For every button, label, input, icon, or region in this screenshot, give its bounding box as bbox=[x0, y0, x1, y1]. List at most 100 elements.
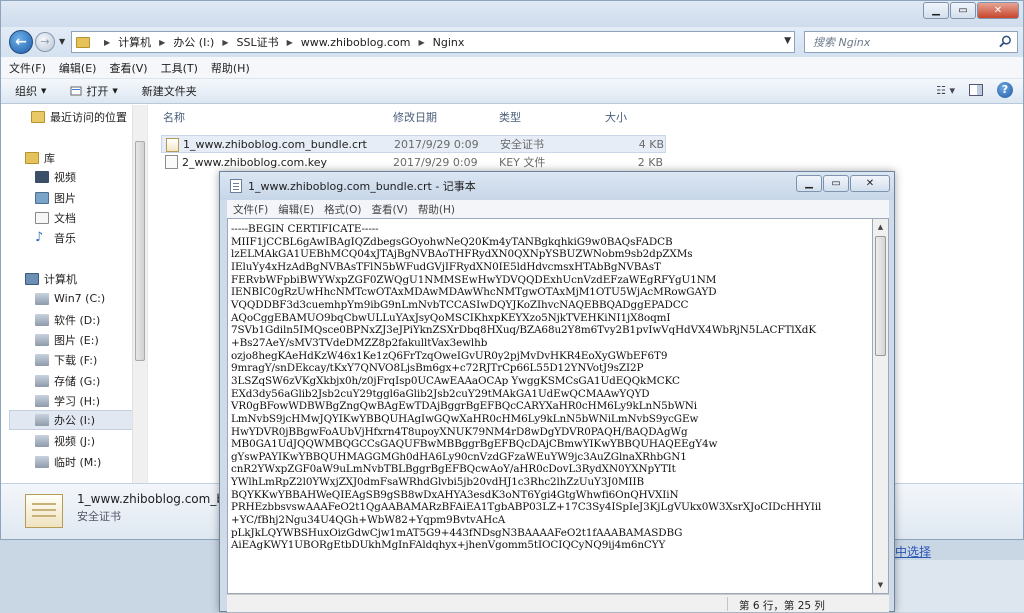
folder-icon bbox=[76, 36, 90, 48]
menu-file[interactable]: 文件(F) bbox=[9, 60, 46, 76]
sidebar-drive-m[interactable]: 临时 (M:) bbox=[35, 454, 101, 470]
text-line: BQYKKwYBBAHWeQIEAgSB9gSB8wDxAHYA3esdK3oN… bbox=[231, 488, 679, 501]
close-button[interactable]: ✕ bbox=[977, 2, 1019, 19]
notepad-menu-format[interactable]: 格式(O) bbox=[324, 202, 361, 217]
maximize-button[interactable]: ▭ bbox=[950, 2, 976, 19]
notepad-menubar: 文件(F) 编辑(E) 格式(O) 查看(V) 帮助(H) bbox=[227, 200, 889, 218]
notepad-window: 1_www.zhiboblog.com_bundle.crt - 记事本 ▁ ▭… bbox=[219, 171, 895, 612]
sidebar-item-documents[interactable]: 文档 bbox=[35, 210, 76, 226]
scrollbar-thumb[interactable] bbox=[875, 236, 886, 356]
file-name: 1_www.zhiboblog.com_bundle.crt bbox=[183, 137, 367, 151]
drive-icon bbox=[35, 435, 49, 447]
sidebar-item-music[interactable]: ♪ 音乐 bbox=[35, 230, 76, 246]
menu-view[interactable]: 查看(V) bbox=[109, 60, 147, 76]
status-divider bbox=[727, 597, 728, 611]
cursor-position: 第 6 行，第 25 列 bbox=[739, 600, 825, 612]
forward-button[interactable]: → bbox=[35, 32, 55, 52]
column-name[interactable]: 名称 bbox=[163, 109, 185, 125]
menu-edit[interactable]: 编辑(E) bbox=[59, 60, 97, 76]
sidebar-item-library[interactable]: 库 bbox=[25, 150, 55, 166]
organize-button[interactable]: 组织 ▼ bbox=[15, 83, 46, 99]
text-line: LmNvbS9jcHMwJQYIKwYBBQUHAgIwGQwXaHR0cHM6… bbox=[231, 412, 699, 425]
certificate-file-icon bbox=[166, 138, 179, 152]
sidebar-drive-e[interactable]: 图片 (E:) bbox=[35, 332, 99, 348]
chevron-right-icon[interactable]: ▶ bbox=[287, 38, 293, 47]
sidebar-drive-j[interactable]: 视频 (J:) bbox=[35, 433, 95, 449]
scrollbar-thumb[interactable] bbox=[135, 141, 145, 361]
caret-down-icon: ▼ bbox=[41, 87, 47, 95]
sidebar-item-recent[interactable]: 最近访问的位置 bbox=[31, 109, 127, 125]
breadcrumb-ssl[interactable]: SSL证书 bbox=[237, 34, 279, 50]
address-bar[interactable]: ▶ 计算机 ▶ 办公 (I:) ▶ SSL证书 ▶ www.zhiboblog.com … bbox=[71, 31, 795, 53]
notepad-titlebar[interactable]: 1_www.zhiboblog.com_bundle.crt - 记事本 ▁ ▭… bbox=[220, 172, 894, 200]
notepad-text-area[interactable]: -----BEGIN CERTIFICATE----- MIIF1jCCBL6gA… bbox=[227, 218, 873, 594]
text-line: AiEAgKWY1UBORgEtbDUkhMgInFAldqhyx+jhenVg… bbox=[231, 539, 666, 552]
new-folder-button[interactable]: 新建文件夹 bbox=[142, 83, 197, 99]
sidebar-item-videos[interactable]: 视频 bbox=[35, 169, 76, 185]
notepad-close-button[interactable]: ✕ bbox=[850, 175, 890, 192]
breadcrumb-domain[interactable]: www.zhiboblog.com bbox=[301, 36, 411, 49]
open-button[interactable]: 打开 ▼ bbox=[70, 83, 118, 99]
text-line: AQoCggEBAMUO9bqCbwULLuYAxJsyQoMSCIKhxpKE… bbox=[231, 311, 671, 324]
sidebar-drive-f[interactable]: 下载 (F:) bbox=[35, 352, 97, 368]
breadcrumb-drive[interactable]: 办公 (I:) bbox=[173, 34, 214, 50]
details-file-type: 安全证书 bbox=[77, 510, 121, 523]
sidebar-drive-d[interactable]: 软件 (D:) bbox=[35, 312, 100, 328]
file-type: 安全证书 bbox=[500, 138, 544, 151]
file-type: KEY 文件 bbox=[499, 156, 546, 169]
text-line: lzELMAkGA1UEBhMCQ04xJTAjBgNVBAoTHFRydXN0… bbox=[231, 248, 693, 261]
explorer-menubar: 文件(F) 编辑(E) 查看(V) 工具(T) 帮助(H) bbox=[1, 57, 1023, 79]
sidebar-item-computer[interactable]: 计算机 bbox=[25, 271, 77, 287]
chevron-right-icon[interactable]: ▶ bbox=[104, 38, 110, 47]
notepad-menu-view[interactable]: 查看(V) bbox=[372, 202, 408, 217]
chevron-right-icon[interactable]: ▶ bbox=[418, 38, 424, 47]
explorer-titlebar[interactable]: ▁ ▭ ✕ bbox=[1, 1, 1023, 27]
back-button[interactable]: ← bbox=[9, 30, 33, 54]
sidebar-drive-g[interactable]: 存储 (G:) bbox=[35, 373, 100, 389]
minimize-button[interactable]: ▁ bbox=[923, 2, 949, 19]
computer-icon bbox=[25, 273, 39, 285]
file-row[interactable]: 1_www.zhiboblog.com_bundle.crt 2017/9/29… bbox=[161, 135, 666, 153]
notepad-menu-edit[interactable]: 编辑(E) bbox=[278, 202, 314, 217]
sidebar-drive-i[interactable]: 办公 (I:) bbox=[9, 410, 139, 430]
notepad-vertical-scrollbar[interactable]: ▲ ▼ bbox=[873, 218, 889, 594]
column-date[interactable]: 修改日期 bbox=[393, 109, 437, 125]
help-icon[interactable]: ? bbox=[997, 82, 1013, 98]
breadcrumb-computer[interactable]: 计算机 bbox=[118, 34, 151, 50]
sidebar-item-pictures[interactable]: 图片 bbox=[35, 190, 76, 206]
notepad-statusbar: 第 6 行，第 25 列 bbox=[227, 594, 889, 612]
address-dropdown-icon[interactable]: ▼ bbox=[784, 36, 791, 46]
music-icon: ♪ bbox=[35, 230, 44, 245]
preview-pane-icon[interactable] bbox=[969, 84, 983, 96]
chevron-right-icon[interactable]: ▶ bbox=[159, 38, 165, 47]
text-line: ozjo8hegKAeHdKzW46x1Ke1zQ6FrTzqOweIGvUR0… bbox=[231, 349, 668, 362]
drive-icon bbox=[35, 395, 49, 407]
navigation-bar: ← → ▼ ▶ 计算机 ▶ 办公 (I:) ▶ SSL证书 ▶ www.zhiboblo… bbox=[1, 27, 1023, 57]
scroll-up-icon[interactable]: ▲ bbox=[873, 219, 888, 235]
menu-help[interactable]: 帮助(H) bbox=[211, 60, 250, 76]
view-options-icon[interactable]: ☷ ▾ bbox=[936, 84, 955, 97]
background-window bbox=[895, 560, 1024, 612]
chevron-right-icon[interactable]: ▶ bbox=[222, 38, 228, 47]
recent-pages-dropdown[interactable]: ▼ bbox=[59, 37, 65, 46]
notepad-maximize-button[interactable]: ▭ bbox=[823, 175, 849, 192]
menu-tools[interactable]: 工具(T) bbox=[161, 60, 198, 76]
search-icon[interactable] bbox=[999, 35, 1012, 48]
breadcrumb-nginx[interactable]: Nginx bbox=[433, 36, 465, 49]
background-link[interactable]: 中选择 bbox=[895, 543, 931, 560]
column-type[interactable]: 类型 bbox=[499, 109, 521, 125]
search-input[interactable]: 搜索 Nginx bbox=[804, 31, 1018, 53]
sidebar-scrollbar[interactable] bbox=[132, 105, 147, 483]
video-icon bbox=[35, 171, 49, 183]
file-row[interactable]: 2_www.zhiboblog.com.key 2017/9/29 0:09 K… bbox=[161, 153, 666, 171]
scroll-down-icon[interactable]: ▼ bbox=[873, 577, 888, 593]
sidebar-drive-h[interactable]: 学习 (H:) bbox=[35, 393, 100, 409]
sidebar-drive-c[interactable]: Win7 (C:) bbox=[35, 292, 105, 305]
text-line: FERvbWFpbiBWYWxpZGF0ZWQgU1NMMSEwHwYDVQQD… bbox=[231, 273, 717, 286]
file-size: 2 KB bbox=[637, 155, 663, 169]
notepad-menu-file[interactable]: 文件(F) bbox=[233, 202, 268, 217]
column-size[interactable]: 大小 bbox=[605, 109, 627, 125]
certificate-preview-icon bbox=[25, 494, 63, 528]
notepad-minimize-button[interactable]: ▁ bbox=[796, 175, 822, 192]
notepad-menu-help[interactable]: 帮助(H) bbox=[418, 202, 455, 217]
